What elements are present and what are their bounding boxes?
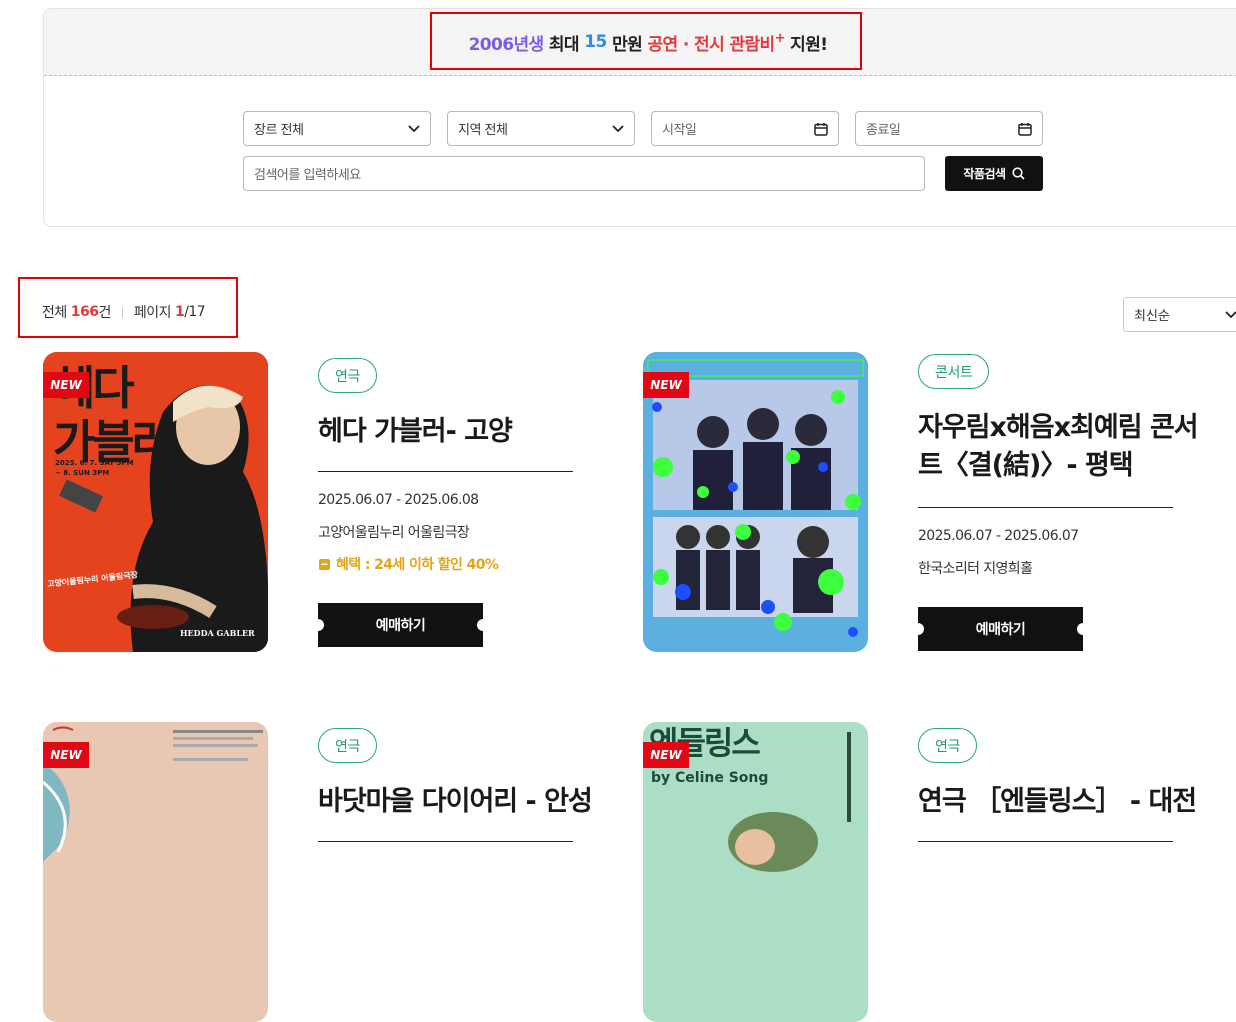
item-venue: 고양어울림누리 어울림극장 <box>318 525 470 541</box>
banner-highlight-box <box>430 12 862 70</box>
item-venue: 한국소리터 지영희홀 <box>918 561 1033 577</box>
start-date-placeholder: 시작일 <box>662 123 697 138</box>
new-badge: NEW <box>43 372 89 398</box>
sort-select-value: 최신순 <box>1134 309 1170 324</box>
poster-by: by Celine Song <box>651 770 769 786</box>
poster-image-jaurim-concert[interactable]: NEW <box>643 352 868 652</box>
sort-select[interactable]: 최신순 <box>1123 297 1236 332</box>
chevron-down-icon <box>1225 310 1236 318</box>
search-button-label: 작품검색 <box>963 167 1006 181</box>
search-button[interactable]: 작품검색 <box>945 156 1043 191</box>
genre-select-value: 장르 전체 <box>254 123 304 138</box>
genre-tag: 연극 <box>318 728 377 763</box>
genre-tag: 연극 <box>918 728 977 763</box>
search-input[interactable]: 검색어를 입력하세요 <box>243 156 925 191</box>
search-icon <box>1011 167 1025 180</box>
item-date: 2025.06.07 - 2025.06.07 <box>918 528 1079 544</box>
item-benefit-text: 혜택 : 24세 이하 할인 40% <box>336 557 499 573</box>
divider <box>918 841 1173 842</box>
poster-image-hedda-gabler[interactable]: 헤다 가블러 2025. 6. 7. SAT 3PM ~ 8. SUN 3PM … <box>43 352 268 652</box>
coupon-icon <box>319 558 330 570</box>
item-title[interactable]: 자우림x해음x최예림 콘서트〈결(結)〉- 평택 <box>918 409 1218 485</box>
poster-image-endlings[interactable]: 엔들링스 by Celine Song NEW <box>643 722 868 1022</box>
poster-en-title: HEDDA GABLER <box>180 628 255 638</box>
item-title[interactable]: 연극 ［엔들링스］ - 대전 <box>918 783 1236 821</box>
new-badge: NEW <box>643 742 689 768</box>
reserve-button[interactable]: 예매하기 <box>912 607 1089 651</box>
item-benefit: 혜택 : 24세 이하 할인 40% <box>318 554 499 574</box>
genre-select[interactable]: 장르 전체 <box>243 111 431 146</box>
divider <box>318 841 573 842</box>
search-placeholder: 검색어를 입력하세요 <box>254 168 361 183</box>
calendar-icon <box>1018 122 1032 136</box>
end-date-field[interactable]: 종료일 <box>855 111 1043 146</box>
end-date-placeholder: 종료일 <box>866 123 901 138</box>
item-date: 2025.06.07 - 2025.06.08 <box>318 492 479 508</box>
summary-highlight-box <box>18 277 238 338</box>
genre-tag: 콘서트 <box>918 354 990 389</box>
poster-dates: 2025. 6. 7. SAT 3PM ~ 8. SUN 3PM <box>55 459 134 477</box>
new-badge: NEW <box>43 742 89 768</box>
poster-image-seaside-diary[interactable]: NEW <box>43 722 268 1022</box>
region-select[interactable]: 지역 전체 <box>447 111 635 146</box>
chevron-down-icon <box>408 124 420 132</box>
divider <box>318 471 573 472</box>
reserve-button[interactable]: 예매하기 <box>312 603 489 647</box>
divider <box>918 507 1173 508</box>
item-title[interactable]: 헤다 가블러- 고양 <box>318 413 618 451</box>
item-title[interactable]: 바닷마을 다이어리 - 안성 <box>318 783 618 821</box>
chevron-down-icon <box>612 124 624 132</box>
region-select-value: 지역 전체 <box>458 123 508 138</box>
genre-tag: 연극 <box>318 358 377 393</box>
calendar-icon <box>814 122 828 136</box>
start-date-field[interactable]: 시작일 <box>651 111 839 146</box>
new-badge: NEW <box>643 372 689 398</box>
